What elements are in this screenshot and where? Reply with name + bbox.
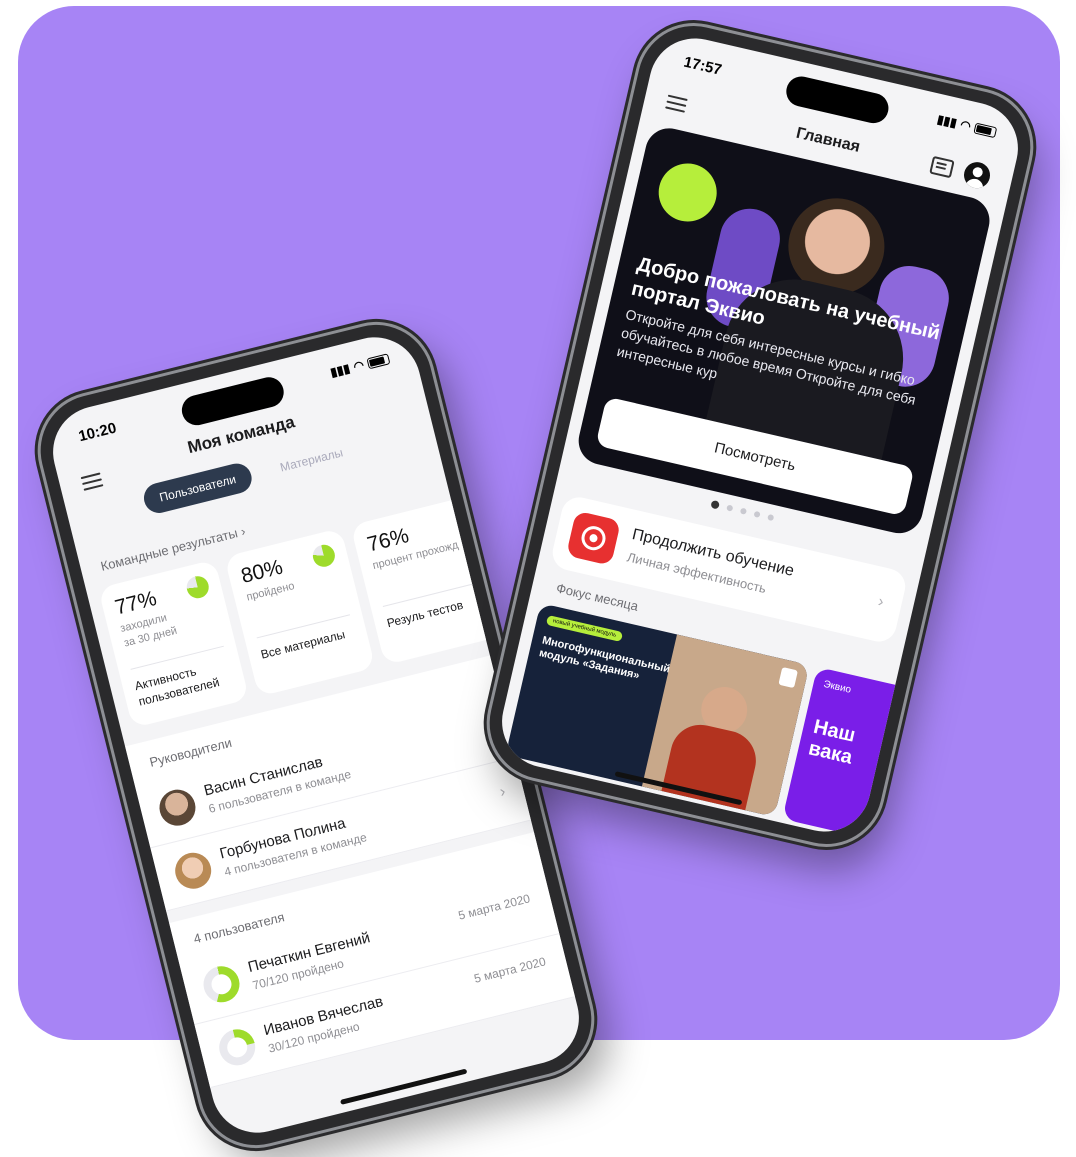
welcome-banner[interactable]: Добро пожаловать на учебный портал Эквио… — [573, 123, 995, 538]
chevron-right-icon: › — [498, 783, 508, 801]
progress-ring-icon — [215, 1025, 260, 1070]
header-actions — [928, 152, 993, 191]
focus-card-title: Многофункциональный модуль «Задания» — [537, 634, 672, 683]
dynamic-island — [783, 73, 892, 127]
progress-ring-icon — [199, 962, 244, 1007]
chevron-right-icon: › — [239, 523, 247, 539]
stat-footer: Активность пользователей — [133, 664, 221, 709]
bookmark-icon[interactable] — [778, 666, 798, 689]
chevron-right-icon: › — [876, 593, 886, 611]
carousel-dot[interactable] — [753, 510, 761, 518]
carousel-dot[interactable] — [767, 513, 775, 522]
wifi-icon: ◠ — [959, 117, 973, 134]
stat-card-materials[interactable]: 80% пройдено Все материалы — [224, 527, 376, 697]
wifi-icon: ◠ — [351, 357, 366, 374]
signal-icon: ▮▮▮ — [935, 111, 959, 131]
tab-materials[interactable]: Материалы — [261, 434, 362, 486]
signal-icon: ▮▮▮ — [328, 361, 352, 380]
battery-icon — [973, 122, 998, 138]
focus-photo — [641, 634, 810, 818]
status-time: 17:57 — [682, 53, 724, 79]
stat-card-activity[interactable]: 77% заходили за 30 дней Активность польз… — [98, 559, 250, 729]
user-date: 5 марта 2020 — [456, 891, 532, 923]
home-indicator — [340, 1068, 468, 1105]
tab-users[interactable]: Пользователи — [140, 460, 255, 517]
battery-icon — [366, 352, 391, 369]
status-time: 10:20 — [76, 419, 119, 446]
carousel-dot[interactable] — [710, 499, 720, 510]
decor-circle — [652, 157, 723, 228]
brand-label: Эквио — [822, 678, 853, 696]
status-icons: ▮▮▮ ◠ — [936, 112, 998, 139]
carousel-dot[interactable] — [739, 507, 748, 515]
stat-footer: Все материалы — [259, 627, 347, 662]
chat-icon[interactable] — [929, 155, 955, 179]
avatar — [155, 785, 200, 830]
carousel-dot[interactable] — [726, 504, 734, 512]
avatar — [171, 848, 216, 893]
status-icons: ▮▮▮ ◠ — [328, 351, 391, 380]
target-icon — [565, 510, 622, 566]
user-date: 5 марта 2020 — [472, 954, 548, 986]
